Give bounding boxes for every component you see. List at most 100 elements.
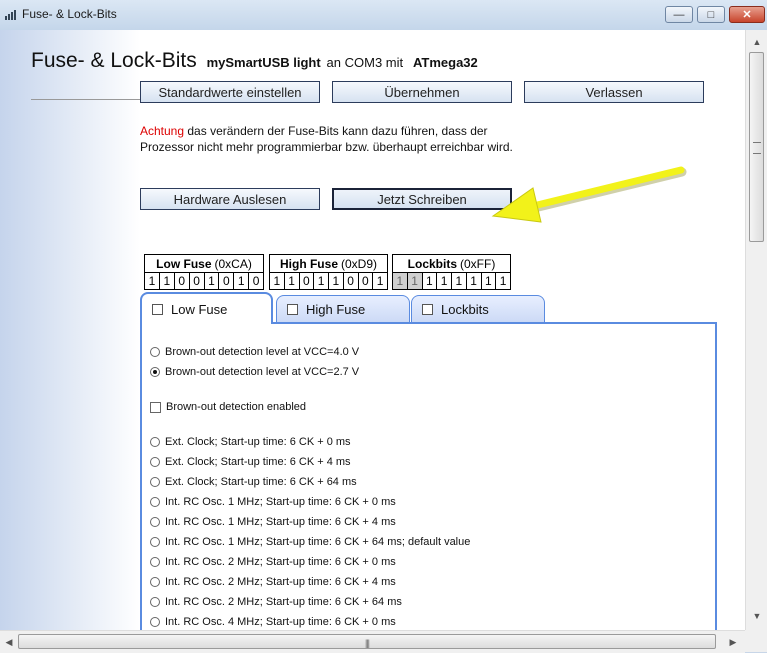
- radio-button[interactable]: [150, 347, 160, 357]
- scroll-down-icon[interactable]: ▼: [749, 608, 765, 624]
- radio-button[interactable]: [150, 537, 160, 547]
- radio-button[interactable]: [150, 617, 160, 627]
- lockbit[interactable]: 1: [437, 273, 452, 289]
- radio-button[interactable]: [150, 557, 160, 567]
- left-gradient: [0, 30, 140, 630]
- low-fuse-bit[interactable]: 1: [160, 273, 175, 289]
- radio-button[interactable]: [150, 367, 160, 377]
- high-fuse-bit[interactable]: 1: [285, 273, 300, 289]
- minimize-icon: —: [673, 8, 685, 21]
- client-area: Fuse- & Lock-Bits mySmartUSB light an CO…: [0, 30, 745, 630]
- close-icon: ✕: [742, 9, 752, 21]
- lockbits-box: Lockbits (0xFF) 1 1 1 1 1 1 1 1: [392, 254, 511, 290]
- lockbits-header: Lockbits (0xFF): [393, 255, 510, 273]
- low-fuse-header: Low Fuse (0xCA): [145, 255, 263, 273]
- radio-button[interactable]: [150, 597, 160, 607]
- maximize-button[interactable]: □: [697, 6, 725, 23]
- horizontal-scroll-thumb[interactable]: |||: [18, 634, 716, 649]
- scroll-right-icon[interactable]: ▶: [726, 634, 740, 650]
- high-fuse-bit[interactable]: 0: [344, 273, 359, 289]
- high-fuse-box: High Fuse (0xD9) 1 1 0 1 1 0 0 1: [269, 254, 388, 290]
- high-fuse-header: High Fuse (0xD9): [270, 255, 387, 273]
- warning-body: das verändern der Fuse-Bits kann dazu fü…: [140, 124, 513, 154]
- lockbit[interactable]: 1: [452, 273, 467, 289]
- low-fuse-bit[interactable]: 1: [145, 273, 160, 289]
- option-row[interactable]: Int. RC Osc. 4 MHz; Start-up time: 6 CK …: [150, 614, 396, 630]
- option-row[interactable]: Int. RC Osc. 2 MHz; Start-up time: 6 CK …: [150, 574, 396, 590]
- low-fuse-bit[interactable]: 0: [190, 273, 205, 289]
- option-row[interactable]: Ext. Clock; Start-up time: 6 CK + 4 ms: [150, 454, 351, 470]
- high-fuse-bit[interactable]: 0: [359, 273, 374, 289]
- scroll-left-icon[interactable]: ◀: [2, 634, 16, 650]
- window-title: Fuse- & Lock-Bits: [22, 7, 117, 21]
- warning-text: Achtung das verändern der Fuse-Bits kann…: [140, 123, 520, 155]
- radio-button[interactable]: [150, 477, 160, 487]
- radio-button[interactable]: [150, 517, 160, 527]
- low-fuse-bit[interactable]: 0: [175, 273, 190, 289]
- scroll-up-icon[interactable]: ▲: [749, 34, 765, 50]
- radio-button[interactable]: [150, 457, 160, 467]
- lockbit[interactable]: 1: [423, 273, 438, 289]
- horizontal-scrollbar[interactable]: ◀ ||| ▶: [0, 630, 745, 653]
- lockbits-bits: 1 1 1 1 1 1 1 1: [393, 273, 510, 289]
- page-title: Fuse- & Lock-Bits mySmartUSB light an CO…: [31, 49, 478, 73]
- low-fuse-bit[interactable]: 0: [219, 273, 235, 289]
- low-fuse-box: Low Fuse (0xCA) 1 1 0 0 1 0 1 0: [144, 254, 264, 290]
- page-title-text: Fuse- & Lock-Bits: [31, 49, 197, 72]
- chip-name: ATmega32: [412, 55, 478, 70]
- lockbit: 1: [393, 273, 408, 289]
- vertical-scroll-thumb[interactable]: [749, 52, 764, 242]
- option-row[interactable]: Ext. Clock; Start-up time: 6 CK + 64 ms: [150, 474, 357, 490]
- minimize-button[interactable]: —: [665, 6, 693, 23]
- apply-button[interactable]: Übernehmen: [332, 81, 512, 103]
- low-fuse-panel: Brown-out detection level at VCC=4.0 V B…: [140, 322, 717, 630]
- high-fuse-bit[interactable]: 1: [314, 273, 329, 289]
- port-text: an COM3 mit: [326, 55, 404, 70]
- lockbit: 1: [407, 273, 423, 289]
- tab-lockbits[interactable]: Lockbits: [411, 295, 545, 323]
- option-row[interactable]: Brown-out detection level at VCC=4.0 V: [150, 344, 359, 360]
- warning-highlight: Achtung: [140, 124, 185, 138]
- low-fuse-bit[interactable]: 0: [249, 273, 263, 289]
- tab-low-fuse[interactable]: Low Fuse: [140, 292, 273, 324]
- exit-button[interactable]: Verlassen: [524, 81, 704, 103]
- high-fuse-bit[interactable]: 1: [329, 273, 344, 289]
- tab-label: Low Fuse: [171, 301, 228, 317]
- low-fuse-bit[interactable]: 1: [234, 273, 250, 289]
- high-fuse-bit[interactable]: 1: [373, 273, 387, 289]
- low-fuse-bits: 1 1 0 0 1 0 1 0: [145, 273, 263, 289]
- close-button[interactable]: ✕: [729, 6, 765, 23]
- annotation-arrow-icon: [491, 166, 687, 223]
- option-row[interactable]: Int. RC Osc. 1 MHz; Start-up time: 6 CK …: [150, 514, 396, 530]
- title-divider: [31, 99, 141, 100]
- grip-icon: |||: [365, 638, 370, 648]
- lockbit[interactable]: 1: [482, 273, 497, 289]
- tab-checkbox[interactable]: [422, 304, 433, 315]
- radio-button[interactable]: [150, 437, 160, 447]
- defaults-button[interactable]: Standardwerte einstellen: [140, 81, 320, 103]
- scrollbar-corner: [745, 630, 767, 652]
- high-fuse-bit[interactable]: 1: [270, 273, 285, 289]
- radio-button[interactable]: [150, 577, 160, 587]
- app-icon: [5, 10, 16, 20]
- tab-high-fuse[interactable]: High Fuse: [276, 295, 410, 323]
- lockbit[interactable]: 1: [467, 273, 482, 289]
- tab-label: Lockbits: [441, 302, 489, 317]
- low-fuse-bit[interactable]: 1: [205, 273, 220, 289]
- checkbox[interactable]: [150, 401, 161, 413]
- radio-button[interactable]: [150, 497, 160, 507]
- option-row[interactable]: Brown-out detection enabled: [150, 399, 306, 415]
- tab-label: High Fuse: [306, 302, 366, 317]
- option-row[interactable]: Brown-out detection level at VCC=2.7 V: [150, 364, 359, 380]
- read-hardware-button[interactable]: Hardware Auslesen: [140, 188, 320, 210]
- tab-checkbox[interactable]: [152, 303, 163, 315]
- option-row[interactable]: Int. RC Osc. 2 MHz; Start-up time: 6 CK …: [150, 554, 396, 570]
- tab-checkbox[interactable]: [287, 304, 298, 315]
- option-row[interactable]: Ext. Clock; Start-up time: 6 CK + 0 ms: [150, 434, 351, 450]
- option-row[interactable]: Int. RC Osc. 2 MHz; Start-up time: 6 CK …: [150, 594, 402, 610]
- high-fuse-bit[interactable]: 0: [300, 273, 315, 289]
- vertical-scrollbar[interactable]: ▲ ▼: [745, 30, 767, 630]
- option-row[interactable]: Int. RC Osc. 1 MHz; Start-up time: 6 CK …: [150, 494, 396, 510]
- lockbit[interactable]: 1: [496, 273, 510, 289]
- option-row[interactable]: Int. RC Osc. 1 MHz; Start-up time: 6 CK …: [150, 534, 470, 550]
